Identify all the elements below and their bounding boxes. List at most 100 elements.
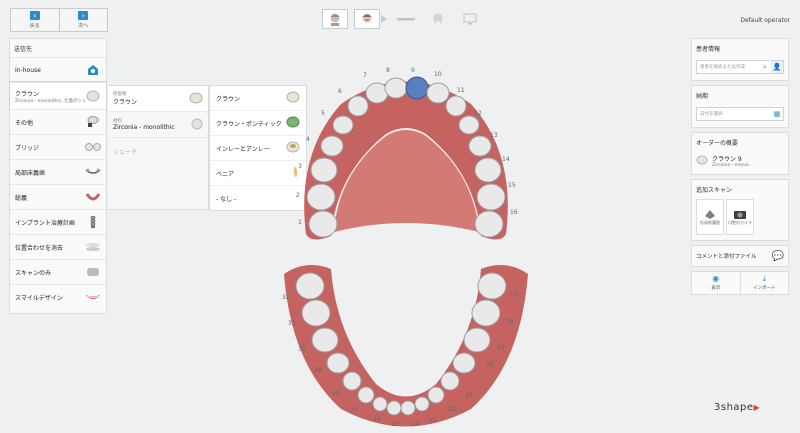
forward-button[interactable]: › 次へ	[58, 9, 108, 31]
order-face-icon	[362, 13, 372, 23]
tooth-19[interactable]	[463, 327, 491, 353]
tooth-number: 15	[508, 182, 516, 189]
intraoral-camera-button[interactable]: 口腔内カメラ	[726, 199, 754, 235]
shade-row[interactable]: シェード	[108, 138, 208, 164]
tooth-9[interactable]	[405, 76, 429, 100]
row-value: クラウン	[113, 99, 138, 106]
tooth-28[interactable]	[342, 371, 362, 391]
back-button[interactable]: ‹ 戻る	[11, 9, 59, 31]
list-item-erase-alignment[interactable]: 位置合わせを消去	[10, 234, 106, 259]
calendar-icon[interactable]: ▦	[771, 108, 783, 120]
tooth-15[interactable]	[476, 183, 506, 211]
tooth-5[interactable]	[332, 115, 354, 135]
tooth-13[interactable]	[468, 135, 492, 157]
deadline-date-input[interactable]: 日付を選択 ▦	[696, 107, 784, 121]
list-item-smile-design[interactable]: スマイルデザイン	[10, 284, 106, 309]
list-item-scan-only[interactable]: スキャンのみ	[10, 259, 106, 284]
tooth-1[interactable]	[308, 210, 338, 238]
material-row[interactable]: 材料 Zirconia - monolithic	[108, 112, 208, 138]
tooth-4[interactable]	[320, 135, 344, 157]
tooth-18[interactable]	[471, 299, 501, 327]
item-label: 局部床義歯	[15, 169, 46, 177]
tooth-22[interactable]	[427, 386, 445, 404]
tooth-21[interactable]	[440, 371, 460, 391]
list-item-other[interactable]: その他	[10, 109, 106, 134]
list-item-implant-planning[interactable]: インプラント治療計画	[10, 209, 106, 234]
tooth-17[interactable]	[477, 272, 507, 300]
tooth-number: 11	[457, 87, 465, 94]
tooth-number: 13	[490, 132, 498, 139]
tooth-32[interactable]	[295, 272, 325, 300]
import-button[interactable]: ⤓ インポート	[739, 272, 789, 294]
order-info-panel: 患者情報 患者を検索または作成 ⌕ 👤 納期 日付を選択 ▦ オーダーの概要 ク…	[691, 38, 789, 295]
patient-face-icon	[330, 13, 340, 26]
partial-denture-icon	[85, 166, 101, 178]
implant-icon	[85, 216, 101, 228]
tooth-10[interactable]	[426, 82, 450, 104]
item-label: In-house	[15, 66, 41, 74]
tooth-31[interactable]	[301, 299, 331, 327]
workflow-steps	[322, 9, 483, 29]
tooth-23[interactable]	[414, 396, 430, 412]
list-item-partial-denture[interactable]: 局部床義歯	[10, 159, 106, 184]
tooth-16[interactable]	[474, 210, 504, 238]
list-item-inhouse[interactable]: In-house	[10, 57, 106, 82]
scan-heading: 追加スキャン	[696, 187, 733, 194]
step-order[interactable]	[354, 9, 380, 29]
brand-logo: 3shape▶	[714, 402, 760, 413]
tooth-icon	[433, 13, 443, 24]
pre-prep-icon	[705, 210, 715, 219]
tooth-20[interactable]	[452, 352, 476, 374]
tooth-number: 18	[506, 318, 514, 325]
bridge-icon	[85, 141, 101, 153]
row-caption: 修復物	[113, 92, 127, 97]
nav-buttons: ‹ 戻る › 次へ	[10, 8, 108, 32]
tooth-3[interactable]	[310, 157, 338, 183]
list-item-crown[interactable]: クラウン Zirconia - monolithic, 仕着のシェード	[10, 82, 106, 109]
item-label: インプラント治療計画	[15, 219, 75, 227]
tooth-30[interactable]	[311, 327, 339, 353]
item-label: 総義	[15, 194, 28, 202]
step-design[interactable]	[425, 9, 451, 29]
restoration-details-panel: 修復物 クラウン 材料 Zirconia - monolithic シェード	[108, 85, 209, 210]
tooth-number: 20	[486, 361, 494, 368]
tooth-25[interactable]	[386, 400, 402, 416]
back-label: 戻る	[29, 23, 40, 29]
item-label: スキャンのみ	[15, 269, 52, 277]
tooth-6[interactable]	[347, 95, 369, 117]
tooth-number: 12	[474, 110, 482, 117]
tooth-chart: 1 2 3 4 5 6 7 8 9 10 11 12 13 14 15 16 1…	[276, 64, 536, 433]
forward-label: 次へ	[78, 23, 89, 29]
tooth-number: 26	[373, 416, 381, 423]
summary-item[interactable]: クラウン 9 Zirconia - monol...	[692, 152, 788, 174]
list-item-bridge[interactable]: ブリッジ	[10, 134, 106, 159]
scan-button-label: 口腔内カメラ	[728, 220, 752, 225]
search-icon[interactable]: ⌕	[759, 61, 771, 73]
tooth-27[interactable]	[357, 386, 375, 404]
tooth-26[interactable]	[372, 396, 388, 412]
step-scan[interactable]	[393, 9, 419, 29]
item-label: ブリッジ	[15, 144, 40, 152]
pre-prep-scan-button[interactable]: 形成前履歴	[696, 199, 724, 235]
tooth-2[interactable]	[306, 183, 336, 211]
step-patient[interactable]	[322, 9, 348, 29]
list-item-denture[interactable]: 総義	[10, 184, 106, 209]
tooth-11[interactable]	[445, 95, 467, 117]
step-send[interactable]	[457, 9, 483, 29]
tooth-29[interactable]	[326, 352, 350, 374]
tooth-14[interactable]	[474, 157, 502, 183]
tooth-number: 27	[350, 407, 358, 414]
tooth-number: 31	[288, 320, 296, 327]
patient-search-input[interactable]: 患者を検索または作成 ⌕ 👤	[696, 60, 784, 74]
tooth-24[interactable]	[400, 400, 416, 416]
order-summary-section: オーダーの概要 クラウン 9 Zirconia - monol...	[691, 132, 789, 175]
add-patient-icon[interactable]: 👤	[771, 61, 783, 73]
tooth-8[interactable]	[384, 77, 408, 99]
scan-button-label: 形成前履歴	[700, 220, 720, 225]
restoration-row[interactable]: 修復物 クラウン	[108, 86, 208, 112]
patient-search-placeholder: 患者を検索または作成	[700, 65, 745, 70]
view-button[interactable]: ◉ 表示	[692, 272, 740, 294]
summary-heading: オーダーの概要	[696, 140, 739, 147]
comments-attachments-button[interactable]: コメントと添付ファイル 💬	[691, 245, 789, 267]
tooth-12[interactable]	[458, 115, 480, 135]
